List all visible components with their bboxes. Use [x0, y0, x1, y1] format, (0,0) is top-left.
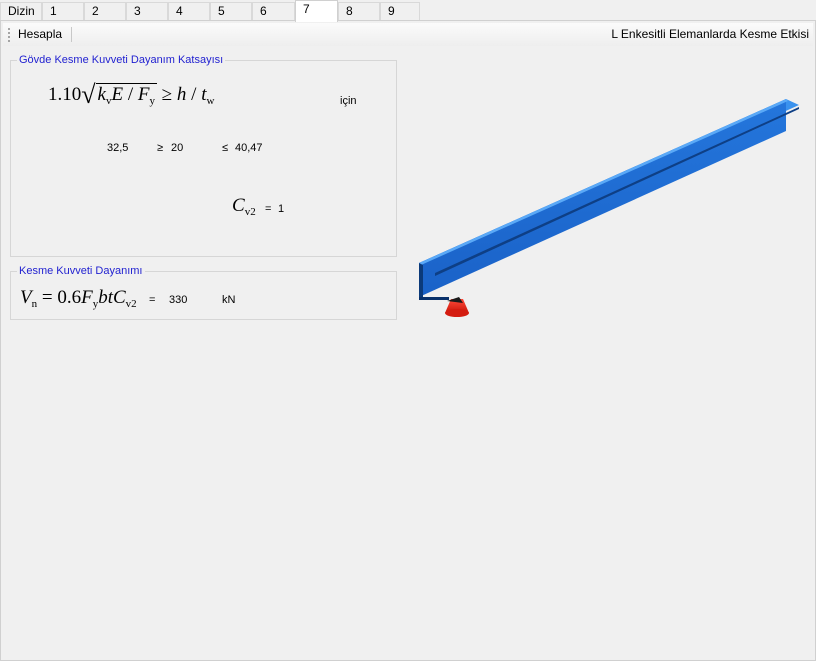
web-shear-coefficient-group: Gövde Kesme Kuvveti Dayanım Katsayısı 1.…	[10, 53, 397, 257]
sqrt-icon: √	[81, 80, 96, 109]
shear-strength-value: 330	[169, 294, 188, 306]
beam-3d-view	[413, 91, 803, 323]
shear-strength-unit: kN	[222, 294, 236, 306]
calculate-button[interactable]: Hesapla	[18, 27, 62, 42]
toolbar-title: L Enkesitli Elemanlarda Kesme Etkisi	[611, 27, 809, 41]
shear-strength-group: Kesme Kuvveti Dayanımı Vn = 0.6FybtCv2 =…	[10, 264, 397, 320]
cv2-equals: =	[265, 203, 272, 215]
toolbar-separator	[71, 27, 72, 42]
cv2-symbol: Cv2	[232, 195, 256, 218]
tab-3[interactable]: 3	[126, 2, 168, 21]
tab-2[interactable]: 2	[84, 2, 126, 21]
le-symbol: ≤	[222, 142, 229, 154]
ratio-value-left: 32,5	[107, 142, 129, 154]
group-title: Kesme Kuvveti Dayanımı	[17, 264, 145, 278]
tab-5[interactable]: 5	[210, 2, 252, 21]
group-title: Gövde Kesme Kuvveti Dayanım Katsayısı	[17, 53, 226, 67]
shear-equals: =	[149, 294, 156, 306]
toolbar: Hesapla L Enkesitli Elemanlarda Kesme Et…	[3, 23, 813, 46]
tab-9[interactable]: 9	[380, 2, 420, 21]
tab-page: Hesapla L Enkesitli Elemanlarda Kesme Et…	[0, 20, 816, 661]
cv2-value: 1	[278, 203, 285, 215]
condition-label: için	[340, 95, 357, 107]
tab-7[interactable]: 7	[295, 0, 338, 22]
ratio-value-right: 40,47	[235, 142, 263, 154]
tab-dizin[interactable]: Dizin	[0, 2, 42, 21]
tab-strip: Dizin 1 2 3 4 5 6 7 8 9	[0, 0, 816, 22]
tab-8[interactable]: 8	[338, 2, 380, 21]
tab-1[interactable]: 1	[42, 2, 84, 21]
ge-symbol: ≥	[157, 142, 164, 154]
tab-4[interactable]: 4	[168, 2, 210, 21]
toolbar-grip-icon[interactable]	[8, 27, 10, 42]
shear-strength-formula: Vn = 0.6FybtCv2	[20, 287, 137, 310]
web-slenderness-formula: 1.10√ kvE / Fy ≥ h / tw	[48, 80, 215, 109]
l-section-beam-illustration	[419, 99, 799, 317]
ratio-value-mid: 20	[171, 142, 184, 154]
tab-6[interactable]: 6	[252, 2, 295, 21]
